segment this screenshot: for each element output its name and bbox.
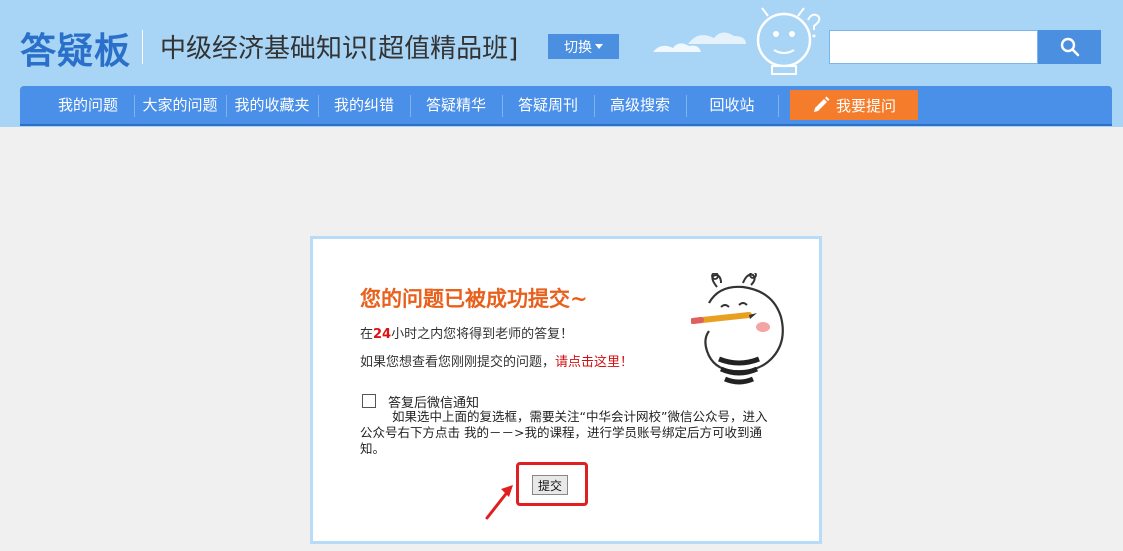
- nav-my-favorites[interactable]: 我的收藏夹: [226, 86, 318, 124]
- wechat-notice-text: 如果选中上面的复选框，需要关注“中华会计网校”微信公众号，进入公众号右下方点击 …: [360, 409, 768, 456]
- nav-recycle-bin[interactable]: 回收站: [686, 86, 778, 124]
- submit-button[interactable]: 提交: [532, 475, 568, 495]
- main-nav: 我的问题 大家的问题 我的收藏夹 我的纠错 答疑精华 答疑周刊 高级搜索 回收站…: [20, 86, 1112, 126]
- reply-hours: 24: [373, 327, 392, 342]
- wechat-notify-checkbox[interactable]: [362, 394, 376, 408]
- pencil-icon: [813, 96, 830, 112]
- mascot-illustration: [691, 273, 784, 385]
- switch-course-button[interactable]: 切换: [548, 34, 619, 59]
- line2-prefix: 如果您想查看您刚刚提交的问题，: [360, 355, 556, 370]
- cloud-decoration: [653, 7, 821, 75]
- nav-qa-highlights[interactable]: 答疑精华: [410, 86, 502, 124]
- dialog-title: 您的问题已被成功提交~: [360, 286, 588, 311]
- nav-all-questions[interactable]: 大家的问题: [134, 86, 226, 124]
- ask-question-label: 我要提问: [835, 96, 896, 115]
- nav-advanced-search[interactable]: 高级搜索: [594, 86, 686, 124]
- search-button[interactable]: [1038, 30, 1101, 64]
- red-arrow-annotation: [485, 485, 513, 520]
- caret-down-icon: [595, 44, 603, 49]
- ask-question-button[interactable]: 我要提问: [790, 90, 918, 120]
- reply-time-notice: 在24小时之内您将得到老师的答复！: [360, 323, 573, 342]
- nav-separator: [778, 95, 779, 117]
- submit-success-dialog: 您的问题已被成功提交~ 在24小时之内您将得到老师的答复！ 如果您想查看您刚刚提…: [310, 236, 822, 544]
- logo[interactable]: 答疑板: [20, 22, 131, 74]
- line1-prefix: 在: [360, 327, 374, 342]
- view-question-link[interactable]: 请点击这里！: [555, 355, 633, 370]
- logo-divider: [142, 30, 143, 64]
- nav-my-corrections[interactable]: 我的纠错: [318, 86, 410, 124]
- view-question-notice: 如果您想查看您刚刚提交的问题，请点击这里！: [360, 351, 633, 370]
- nav-qa-weekly[interactable]: 答疑周刊: [502, 86, 594, 124]
- search-input[interactable]: [829, 30, 1038, 64]
- header: 答疑板 中级经济基础知识[超值精品班] 切换 我的问题 大家的问题 我的收藏夹 …: [0, 0, 1123, 127]
- course-title: 中级经济基础知识[超值精品班]: [160, 34, 519, 64]
- nav-my-questions[interactable]: 我的问题: [42, 86, 134, 124]
- switch-label: 切换: [564, 39, 592, 56]
- line1-suffix: 小时之内您将得到老师的答复！: [391, 327, 574, 342]
- search-icon: [1060, 37, 1079, 57]
